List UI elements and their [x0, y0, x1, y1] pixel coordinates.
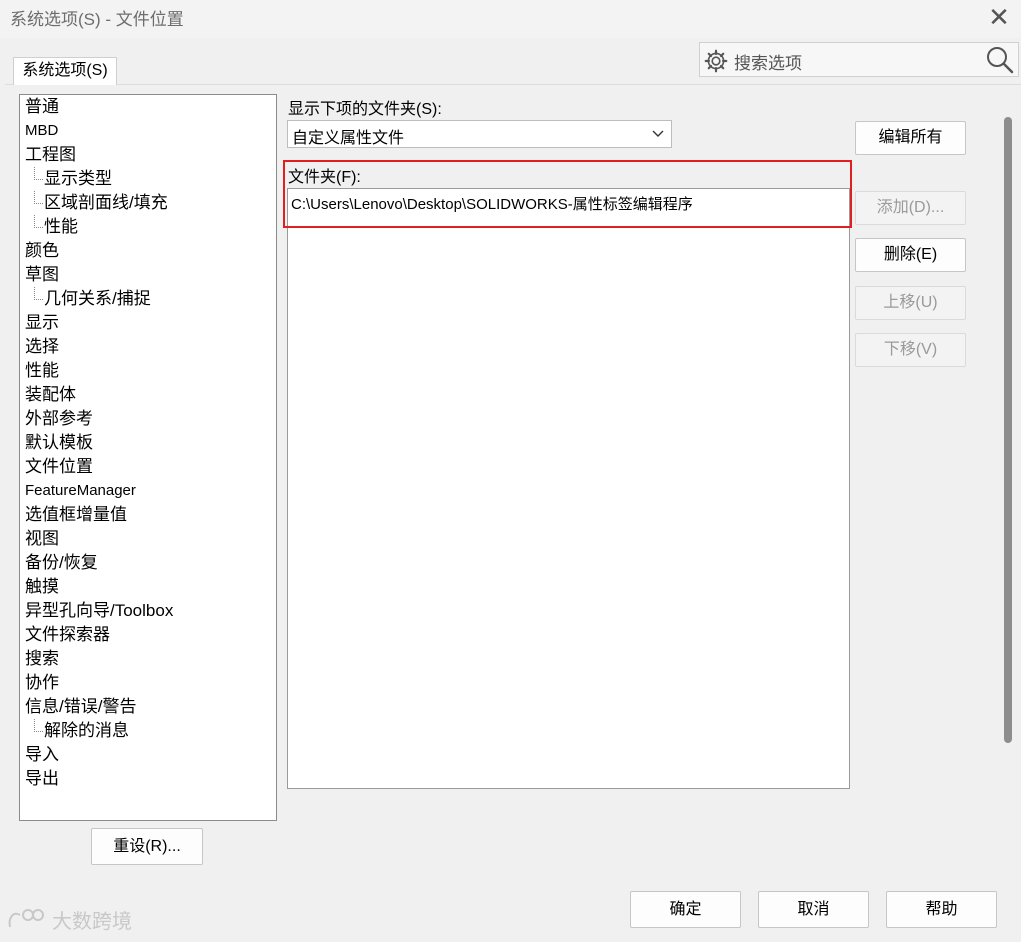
- title-bar: 系统选项(S) - 文件位置 ✕: [0, 0, 1021, 38]
- tree-item[interactable]: 备份/恢复: [25, 551, 98, 575]
- tree-item[interactable]: 性能: [34, 215, 78, 239]
- window-title: 系统选项(S) - 文件位置: [10, 10, 184, 29]
- tree-item[interactable]: 性能: [25, 359, 59, 383]
- delete-button[interactable]: 删除(E): [855, 238, 966, 272]
- tree-item[interactable]: 文件探索器: [25, 623, 110, 647]
- tree-item[interactable]: 显示类型: [34, 167, 112, 191]
- tree-item[interactable]: FeatureManager: [25, 479, 136, 503]
- gear-icon: [704, 49, 728, 73]
- add-button[interactable]: 添加(D)...: [855, 191, 966, 225]
- tree-item[interactable]: 普通: [25, 95, 59, 119]
- tree-item[interactable]: 文件位置: [25, 455, 93, 479]
- scrollbar[interactable]: [998, 93, 1018, 821]
- tree-item[interactable]: 信息/错误/警告: [25, 695, 136, 719]
- folder-type-value: 自定义属性文件: [292, 130, 405, 147]
- tree-item[interactable]: 触摸: [25, 575, 59, 599]
- tree-item[interactable]: 装配体: [25, 383, 76, 407]
- tree-item[interactable]: 搜索: [25, 647, 59, 671]
- watermark: 大数跨境: [6, 905, 132, 934]
- move-up-button[interactable]: 上移(U): [855, 286, 966, 320]
- logo-icon: [8, 908, 44, 927]
- folder-type-select[interactable]: 自定义属性文件: [287, 120, 672, 148]
- tree-item[interactable]: 导入: [25, 743, 59, 767]
- search-icon[interactable]: [985, 45, 1015, 75]
- tree-item[interactable]: 颜色: [25, 239, 59, 263]
- help-button[interactable]: 帮助: [886, 891, 997, 928]
- cancel-button[interactable]: 取消: [758, 891, 869, 928]
- search-input[interactable]: 搜索选项: [734, 49, 802, 74]
- tree-item[interactable]: 异型孔向导/Toolbox: [25, 599, 173, 623]
- tree-item[interactable]: 选值框增量值: [25, 503, 127, 527]
- tree-item[interactable]: 导出: [25, 767, 59, 791]
- tree-item[interactable]: 几何关系/捕捉: [34, 287, 151, 311]
- tree-item[interactable]: 默认模板: [25, 431, 93, 455]
- tree-item[interactable]: 协作: [25, 671, 59, 695]
- folders-list[interactable]: C:\Users\Lenovo\Desktop\SOLIDWORKS-属性标签编…: [287, 188, 850, 789]
- tree-item[interactable]: 工程图: [25, 143, 76, 167]
- tree-item[interactable]: 外部参考: [25, 407, 93, 431]
- close-icon[interactable]: ✕: [985, 4, 1013, 32]
- tree-item[interactable]: 解除的消息: [34, 719, 129, 743]
- tree-item[interactable]: 区域剖面线/填充: [34, 191, 168, 215]
- move-down-button[interactable]: 下移(V): [855, 333, 966, 367]
- search-box[interactable]: 搜索选项: [699, 42, 1019, 77]
- show-folders-label: 显示下项的文件夹(S):: [288, 101, 442, 118]
- tree-item[interactable]: 草图: [25, 263, 59, 287]
- options-tree[interactable]: 普通 MBD 工程图 显示类型 区域剖面线/填充 性能 颜色 草图 几何关系/捕捉 显示 选择 性能装…: [19, 94, 277, 821]
- tree-item[interactable]: 显示: [25, 311, 59, 335]
- tab-system-options[interactable]: 系统选项(S): [13, 57, 117, 85]
- watermark-text: 大数跨境: [52, 911, 132, 933]
- highlight-box: [283, 160, 852, 228]
- tree-item[interactable]: 选择: [25, 335, 59, 359]
- tree-item[interactable]: MBD: [25, 119, 58, 143]
- scrollbar-thumb[interactable]: [1004, 117, 1012, 743]
- tree-item[interactable]: 视图: [25, 527, 59, 551]
- ok-button[interactable]: 确定: [630, 891, 741, 928]
- edit-all-button[interactable]: 编辑所有: [855, 121, 966, 155]
- chevron-down-icon: [652, 130, 664, 137]
- reset-button[interactable]: 重设(R)...: [91, 828, 203, 865]
